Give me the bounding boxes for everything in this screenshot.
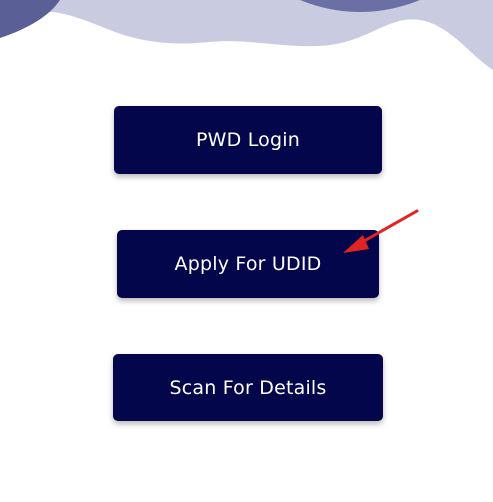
scan-for-details-button[interactable]: Scan For Details [113, 354, 383, 421]
pwd-login-button[interactable]: PWD Login [114, 106, 382, 174]
app-screen: PWD Login Apply For UDID Scan For Detail… [0, 0, 493, 502]
red-arrow-icon [343, 209, 419, 253]
header-wave-decoration [0, 0, 493, 70]
